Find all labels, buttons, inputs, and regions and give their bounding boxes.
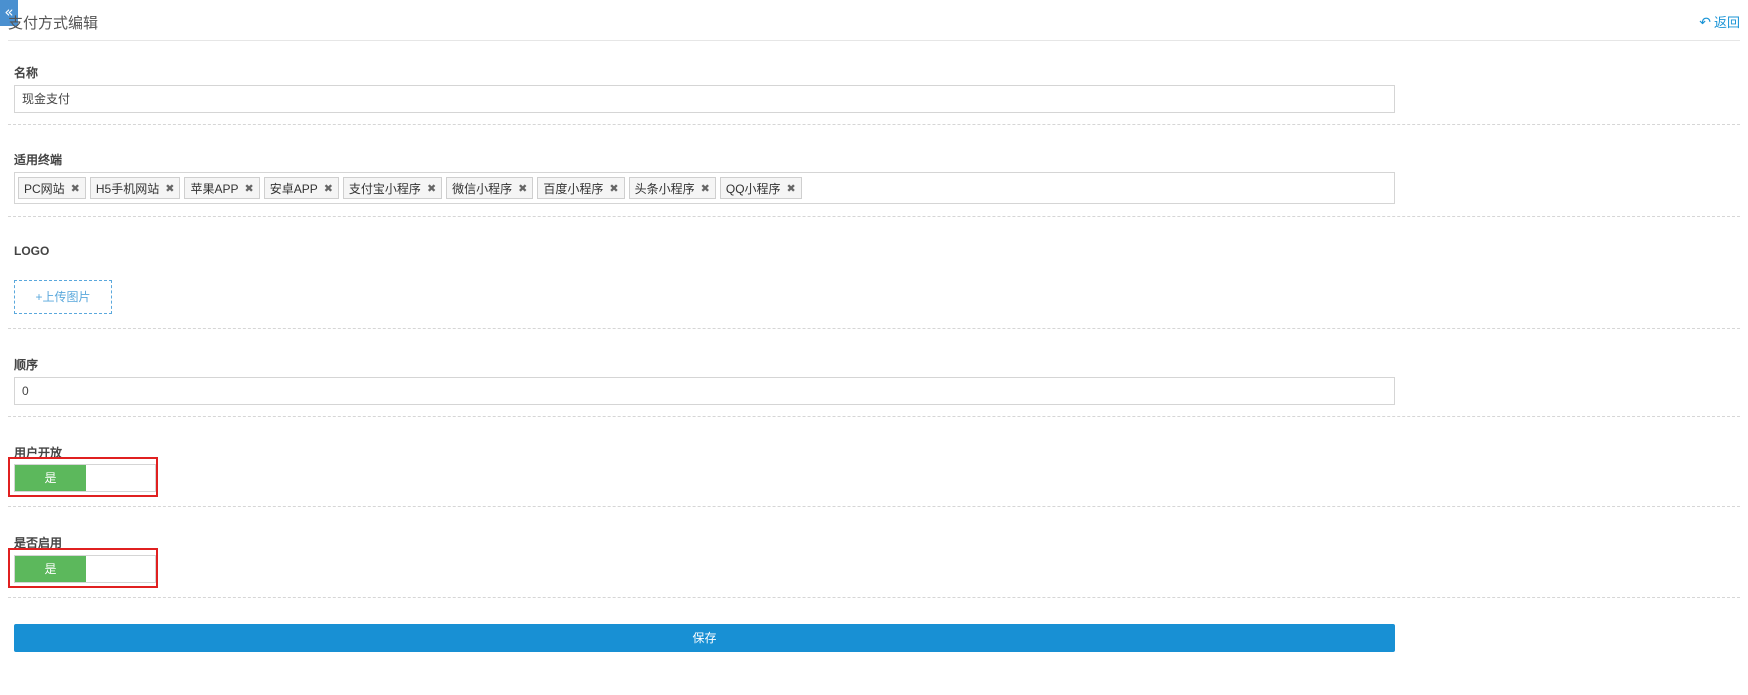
enabled-toggle[interactable]: 是	[14, 555, 156, 583]
name-section: 名称 现金支付	[8, 40, 1740, 125]
terminals-label: 适用终端	[14, 153, 63, 167]
back-link-label: 返回	[1713, 15, 1740, 30]
user-open-highlight: 是	[8, 457, 158, 497]
remove-tag-icon[interactable]: ✖	[165, 182, 174, 195]
logo-section: LOGO +上传图片	[8, 216, 1740, 329]
remove-tag-icon[interactable]: ✖	[71, 182, 80, 195]
remove-tag-icon[interactable]: ✖	[244, 182, 253, 195]
name-input[interactable]: 现金支付	[14, 85, 1395, 113]
terminal-tag: 支付宝小程序 ✖	[342, 177, 443, 199]
terminal-tag-label: 头条小程序	[634, 181, 695, 196]
order-input[interactable]: 0	[14, 377, 1395, 405]
remove-tag-icon[interactable]: ✖	[609, 182, 618, 195]
remove-tag-icon[interactable]: ✖	[701, 182, 710, 195]
save-button[interactable]: 保存	[14, 624, 1395, 652]
terminal-tag-label: 支付宝小程序	[348, 181, 421, 196]
terminal-tag-label: 安卓APP	[269, 181, 318, 196]
terminal-tag-label: 百度小程序	[543, 181, 604, 196]
terminals-section: 适用终端 PC网站 ✖ H5手机网站 ✖ 苹果APP ✖ 安卓APP ✖ 支付宝小程序 ✖ 微信小程…	[8, 124, 1740, 217]
user-open-section: 用户开放 是	[8, 416, 1740, 507]
back-link[interactable]: ↶ 返回	[1699, 12, 1740, 31]
terminal-tag-label: 苹果APP	[190, 181, 239, 196]
terminal-tag: 百度小程序 ✖	[537, 177, 625, 199]
enabled-section: 是否启用 是	[8, 506, 1740, 598]
page-title: 支付方式编辑	[8, 15, 99, 32]
user-open-toggle-on: 是	[15, 465, 86, 491]
terminal-tag: 头条小程序 ✖	[628, 177, 716, 199]
order-label: 顺序	[14, 358, 39, 372]
page-header: 支付方式编辑 ↶ 返回	[8, 0, 1740, 41]
enabled-highlight: 是	[8, 548, 158, 588]
user-open-toggle[interactable]: 是	[14, 464, 156, 492]
remove-tag-icon[interactable]: ✖	[518, 182, 527, 195]
back-arrow-icon: ↶	[1699, 15, 1711, 31]
order-section: 顺序 0	[8, 328, 1740, 417]
terminal-tag: H5手机网站 ✖	[89, 177, 181, 199]
terminal-tag-label: PC网站	[24, 181, 65, 196]
terminal-tag-label: H5手机网站	[95, 181, 160, 196]
terminal-tag: QQ小程序 ✖	[719, 177, 802, 199]
upload-image-button[interactable]: +上传图片	[14, 280, 112, 314]
remove-tag-icon[interactable]: ✖	[324, 182, 333, 195]
terminal-tag: 安卓APP ✖	[263, 177, 339, 199]
remove-tag-icon[interactable]: ✖	[787, 182, 796, 195]
remove-tag-icon[interactable]: ✖	[427, 182, 436, 195]
terminal-tag-label: QQ小程序	[725, 181, 781, 196]
terminals-tag-input[interactable]: PC网站 ✖ H5手机网站 ✖ 苹果APP ✖ 安卓APP ✖ 支付宝小程序 ✖ 微信小程序 ✖ 百度小…	[14, 172, 1395, 204]
terminal-tag: 微信小程序 ✖	[446, 177, 534, 199]
terminal-tag-label: 微信小程序	[452, 181, 513, 196]
logo-label: LOGO	[14, 244, 50, 258]
name-label: 名称	[14, 66, 39, 80]
enabled-toggle-on: 是	[15, 556, 86, 582]
terminal-tag: 苹果APP ✖	[184, 177, 260, 199]
terminal-tag: PC网站 ✖	[18, 177, 86, 199]
